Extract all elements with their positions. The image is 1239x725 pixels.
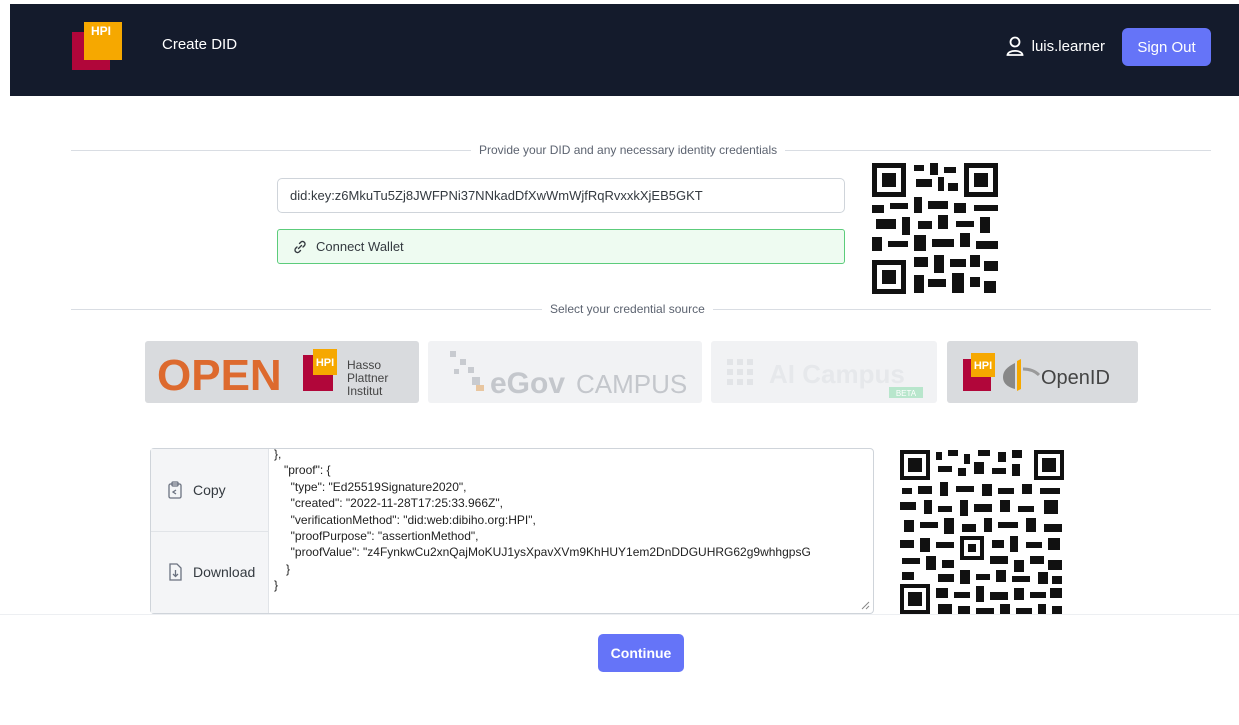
clipboard-icon bbox=[168, 481, 182, 499]
copy-button[interactable]: Copy bbox=[151, 449, 268, 531]
resize-handle-icon[interactable] bbox=[860, 600, 870, 610]
svg-text:Institut: Institut bbox=[347, 384, 383, 398]
svg-text:BETA: BETA bbox=[896, 389, 917, 398]
copy-label: Copy bbox=[193, 482, 226, 498]
page-title: Create DID bbox=[162, 36, 238, 53]
svg-text:CAMPUS: CAMPUS bbox=[576, 369, 687, 399]
source-openhpi-button[interactable]: OPEN HPI Hasso Plattner Institut bbox=[145, 341, 419, 403]
credential-qr-code bbox=[898, 448, 1066, 623]
credential-json-textarea[interactable]: }, "proof": { "type": "Ed25519Signature20… bbox=[274, 449, 869, 613]
credential-box: Copy Download }, "proof": { "type": "Ed25… bbox=[150, 448, 874, 614]
source-section-label: Select your credential source bbox=[542, 302, 713, 316]
download-icon bbox=[169, 563, 182, 581]
hpi-logo[interactable]: HPI bbox=[72, 22, 124, 74]
download-label: Download bbox=[193, 564, 256, 580]
did-input[interactable]: did:key:z6MkuTu5Zj8JWFPNi37NNkadDfXwWmWj… bbox=[277, 178, 845, 213]
did-qr-code bbox=[870, 161, 1000, 301]
svg-text:HPI: HPI bbox=[316, 357, 334, 369]
source-egov-name: eGov bbox=[490, 367, 565, 400]
download-button[interactable]: Download bbox=[151, 531, 268, 613]
continue-button[interactable]: Continue bbox=[598, 634, 684, 672]
source-openid-button[interactable]: HPI OpenID bbox=[947, 341, 1138, 403]
source-aicampus-name: AI Campus bbox=[769, 359, 905, 389]
username: luis.learner bbox=[1031, 37, 1105, 55]
source-egovcampus-button[interactable]: eGov CAMPUS bbox=[428, 341, 702, 403]
source-openid-name: OpenID bbox=[1041, 367, 1110, 389]
did-section-label: Provide your DID and any necessary ident… bbox=[471, 143, 786, 157]
user-menu[interactable]: luis.learner bbox=[1006, 36, 1105, 56]
link-icon bbox=[294, 240, 306, 253]
source-aicampus-button[interactable]: AI Campus BETA bbox=[711, 341, 937, 403]
svg-text:Plattner: Plattner bbox=[347, 371, 388, 385]
svg-text:Hasso: Hasso bbox=[347, 358, 381, 372]
source-openhpi-name: OPEN bbox=[157, 351, 282, 400]
connect-wallet-button[interactable]: Connect Wallet bbox=[277, 229, 845, 264]
top-navbar: HPI Create DID luis.learner Sign Out bbox=[10, 4, 1239, 96]
svg-text:HPI: HPI bbox=[974, 360, 992, 372]
connect-wallet-label: Connect Wallet bbox=[316, 239, 404, 254]
sign-out-button[interactable]: Sign Out bbox=[1122, 28, 1211, 66]
credential-actions: Copy Download bbox=[151, 449, 269, 613]
user-icon bbox=[1006, 36, 1024, 56]
